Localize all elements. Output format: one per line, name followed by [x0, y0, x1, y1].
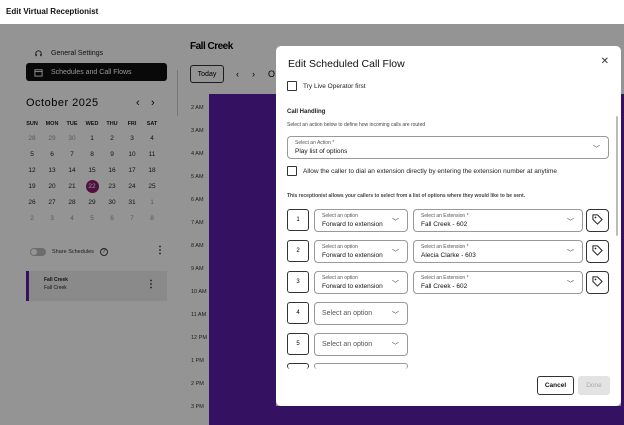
option-select-label: Select an option: [322, 244, 358, 250]
dialog-title: Edit Scheduled Call Flow: [288, 58, 405, 70]
extension-select-value: Fall Creek - 602: [421, 221, 468, 228]
extension-select-label: Select an Extension *: [421, 213, 469, 219]
allow-dial-checkbox[interactable]: [287, 166, 297, 176]
option-number: [287, 363, 309, 369]
extension-select-value: Fall Creek - 602: [421, 283, 468, 290]
chevron-down-icon: ﹀: [392, 281, 399, 288]
option-select-value: Forward to extension: [322, 221, 383, 228]
chevron-down-icon: ﹀: [392, 219, 399, 226]
option-select[interactable]: Select an option Forward to extension ﹀: [314, 209, 408, 232]
option-select-placeholder: Select an option: [322, 341, 373, 348]
extension-select[interactable]: Select an Extension * Fall Creek - 602 ﹀: [413, 271, 583, 294]
tag-icon: [592, 274, 603, 292]
tag-icon: [592, 243, 603, 261]
call-handling-desc: Select an action below to define how inc…: [287, 122, 426, 128]
action-select[interactable]: Select an Action * Play list of options …: [287, 136, 609, 159]
option-select-value: Forward to extension: [322, 252, 383, 259]
chevron-down-icon: ﹀: [392, 312, 399, 319]
tag-button[interactable]: [586, 240, 609, 263]
option-select[interactable]: Select an option ﹀: [314, 333, 408, 356]
chevron-down-icon: ﹀: [392, 343, 399, 350]
action-select-value: Play list of options: [295, 148, 348, 155]
live-operator-label: Try Live Operator first: [303, 83, 366, 90]
extension-select[interactable]: Select an Extension * Alecia Clarke - 603…: [413, 240, 583, 263]
option-select-label: Select an option: [322, 275, 358, 281]
action-select-label: Select an Action *: [295, 140, 335, 146]
option-number: 5: [287, 333, 309, 355]
call-handling-heading: Call Handling: [287, 109, 326, 115]
edit-call-flow-dialog: Edit Scheduled Call Flow ✕ Try Live Oper…: [276, 46, 621, 406]
option-select-placeholder: Select an option: [322, 310, 373, 317]
option-number: 4: [287, 302, 309, 324]
option-number: 2: [287, 240, 309, 262]
chevron-down-icon: ﹀: [567, 250, 574, 257]
chevron-down-icon: ﹀: [392, 250, 399, 257]
option-select[interactable]: Select an option Forward to extension ﹀: [314, 240, 408, 263]
chevron-down-icon: ﹀: [567, 219, 574, 226]
dialog-scrollbar[interactable]: [616, 116, 618, 236]
done-button[interactable]: Done: [578, 376, 610, 395]
option-select[interactable]: [314, 363, 408, 369]
close-icon[interactable]: ✕: [601, 56, 609, 67]
tag-button[interactable]: [586, 271, 609, 294]
extension-select-value: Alecia Clarke - 603: [421, 252, 476, 259]
page-title: Edit Virtual Receptionist: [0, 0, 624, 24]
tag-button[interactable]: [586, 209, 609, 232]
option-select-value: Forward to extension: [322, 283, 383, 290]
live-operator-checkbox[interactable]: [287, 81, 297, 91]
cancel-button[interactable]: Cancel: [537, 376, 574, 395]
allow-dial-label: Allow the caller to dial an extension di…: [303, 168, 558, 175]
option-select-label: Select an option: [322, 213, 358, 219]
extension-select-label: Select an Extension *: [421, 275, 469, 281]
tag-icon: [592, 212, 603, 230]
option-number: 3: [287, 271, 309, 293]
chevron-down-icon: ﹀: [593, 146, 600, 153]
option-select[interactable]: Select an option Forward to extension ﹀: [314, 271, 408, 294]
extension-select[interactable]: Select an Extension * Fall Creek - 602 ﹀: [413, 209, 583, 232]
chevron-down-icon: ﹀: [567, 281, 574, 288]
option-select[interactable]: Select an option ﹀: [314, 302, 408, 325]
extension-select-label: Select an Extension *: [421, 244, 469, 250]
option-number: 1: [287, 209, 309, 231]
options-desc: This receptionist allows your callers to…: [287, 193, 526, 199]
